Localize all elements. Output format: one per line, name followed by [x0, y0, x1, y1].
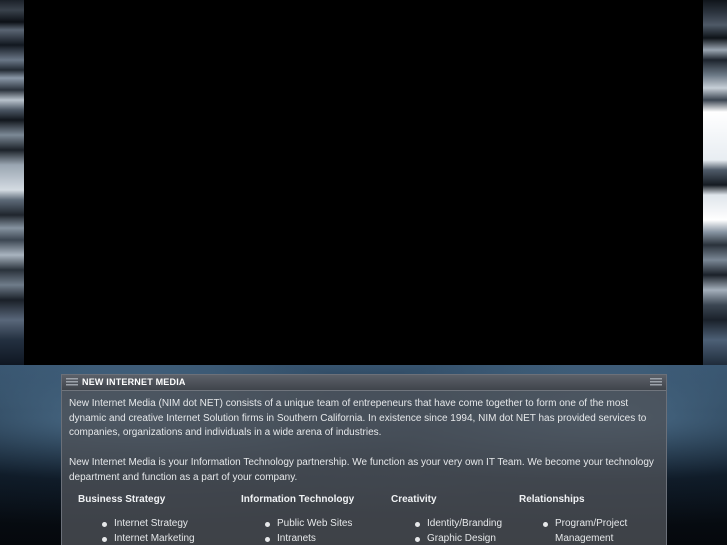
list-item: Internet Marketing: [78, 532, 195, 545]
flash-content-area: [24, 0, 703, 365]
bullet-icon: [415, 522, 420, 527]
list-item: Program/Project: [519, 517, 627, 532]
column-title: Creativity: [391, 494, 437, 505]
column-title: Information Technology: [241, 494, 355, 505]
column-information-technology: Information Technology Public Web Sites …: [241, 493, 354, 545]
column-title: Relationships: [519, 494, 585, 505]
bullet-icon: [102, 522, 107, 527]
content-panel: NEW INTERNET MEDIA New Internet Media (N…: [61, 374, 667, 545]
column-relationships: Relationships Program/Project Management: [519, 493, 627, 545]
decorative-stripes-icon: [66, 378, 78, 386]
list-item: Graphic Design: [391, 532, 502, 545]
left-side-decoration: [0, 0, 24, 365]
bullet-icon: [543, 522, 548, 527]
column-creativity: Creativity Identity/Branding Graphic Des…: [391, 493, 502, 545]
bullet-icon: [265, 522, 270, 527]
page: NEW INTERNET MEDIA New Internet Media (N…: [0, 0, 727, 545]
list-item: Internet Strategy: [78, 517, 195, 532]
column-business-strategy: Business Strategy Internet Strategy Inte…: [78, 493, 195, 545]
list-item: Management: [555, 532, 614, 544]
right-side-decoration: [703, 0, 727, 365]
decorative-stripes-icon: [650, 378, 662, 386]
intro-paragraph: New Internet Media (NIM dot NET) consist…: [69, 398, 647, 438]
list-item: Identity/Branding: [391, 517, 502, 532]
partnership-paragraph: New Internet Media is your Information T…: [69, 457, 654, 483]
bullet-icon: [265, 536, 270, 542]
bullet-icon: [415, 536, 420, 542]
panel-header: NEW INTERNET MEDIA: [62, 375, 666, 391]
column-title: Business Strategy: [78, 494, 166, 505]
list-item: Intranets: [241, 532, 354, 545]
list-item: Public Web Sites: [241, 517, 354, 532]
bullet-icon: [102, 536, 107, 542]
panel-title: NEW INTERNET MEDIA: [82, 377, 186, 387]
